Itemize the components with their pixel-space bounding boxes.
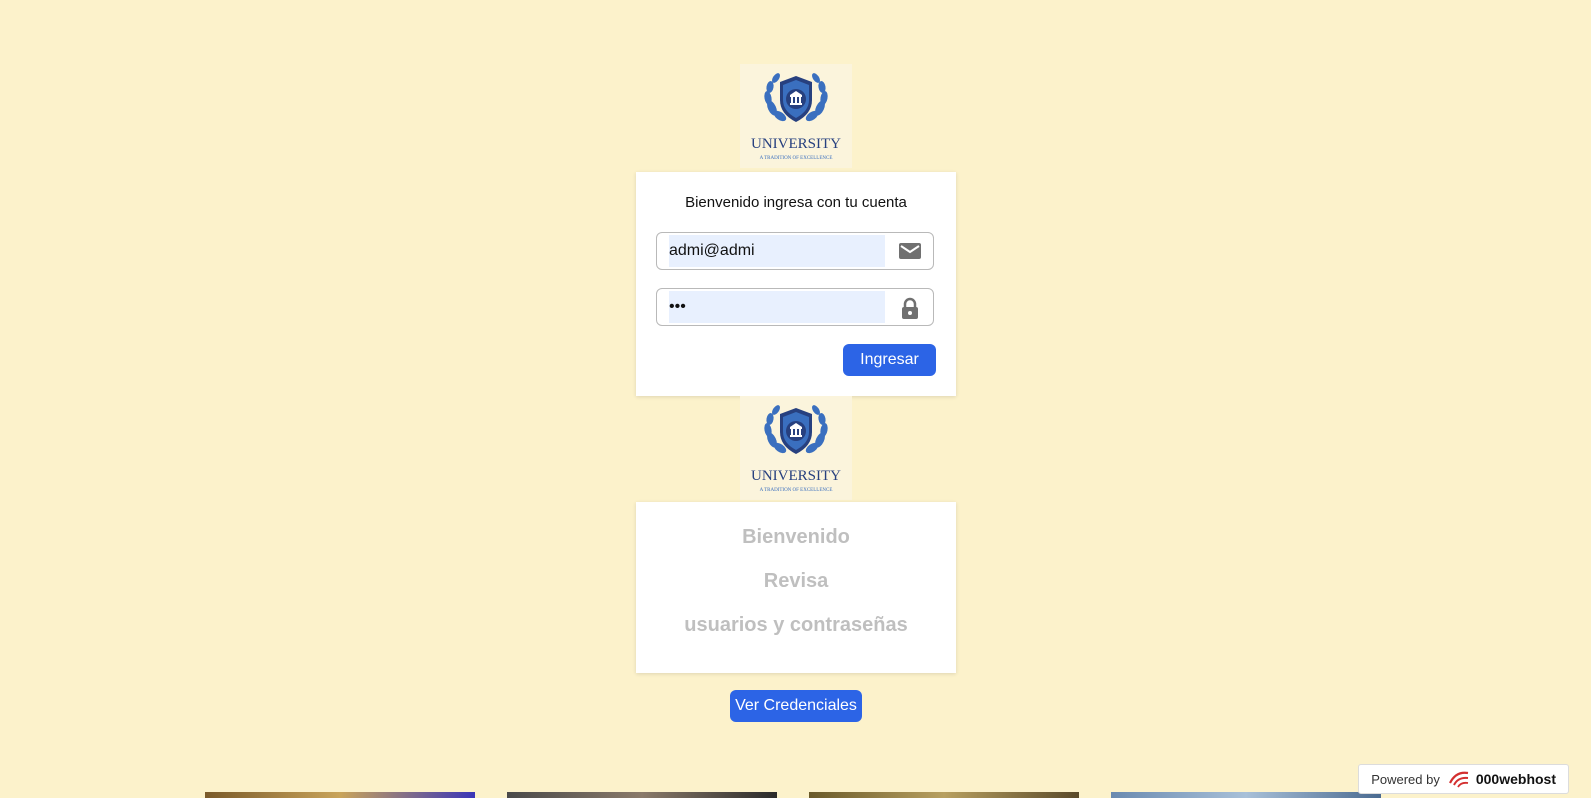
gallery-image-3 (809, 792, 1079, 798)
login-card: Bienvenido ingresa con tu cuenta Ingresa… (636, 172, 956, 396)
powered-by-badge[interactable]: Powered by 000webhost (1358, 764, 1569, 794)
powered-by-label: Powered by (1371, 771, 1440, 787)
university-logo-bottom: UNIVERSITY A TRADITION OF EXCELLENCE (740, 396, 852, 500)
webhost-brand: 000webhost (1475, 771, 1556, 787)
info-line-review: Revisa (763, 570, 829, 592)
email-field[interactable] (656, 232, 934, 270)
email-input[interactable] (669, 235, 885, 267)
login-button[interactable]: Ingresar (843, 344, 936, 376)
password-field[interactable] (656, 288, 934, 326)
gallery-image-4 (1111, 792, 1381, 798)
password-input[interactable] (669, 291, 885, 323)
logo-tagline: A TRADITION OF EXCELLENCE (760, 488, 833, 493)
gallery-image-1 (205, 792, 475, 798)
info-line-welcome: Bienvenido (742, 526, 850, 548)
info-card: Bienvenido Revisa usuarios y contraseñas (636, 502, 956, 673)
logo-tagline: A TRADITION OF EXCELLENCE (760, 156, 833, 161)
logo-wordmark: UNIVERSITY (751, 136, 841, 152)
view-credentials-button[interactable]: Ver Credenciales (730, 690, 862, 722)
lock-icon (899, 297, 921, 319)
university-logo-top: UNIVERSITY A TRADITION OF EXCELLENCE (740, 64, 852, 168)
mail-icon (899, 241, 921, 261)
info-line-users-passwords: usuarios y contraseñas (684, 614, 908, 636)
webhost-logo-icon (1448, 769, 1472, 789)
login-title: Bienvenido ingresa con tu cuenta (685, 194, 907, 211)
gallery-image-2 (507, 792, 777, 798)
logo-wordmark: UNIVERSITY (751, 468, 841, 484)
